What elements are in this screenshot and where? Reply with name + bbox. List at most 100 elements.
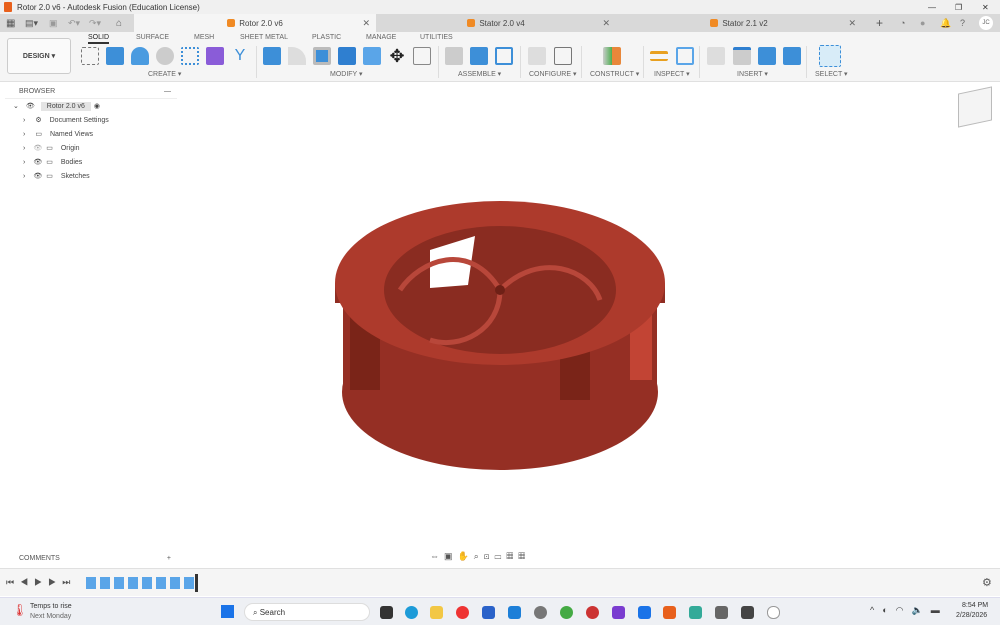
zoom-icon[interactable]: ⌕ xyxy=(474,551,484,561)
viewports-icon[interactable]: ▦ xyxy=(518,551,530,561)
minimize-button[interactable]: — xyxy=(928,3,936,12)
edge-icon[interactable] xyxy=(405,606,418,619)
browser-item-origin[interactable]: › 👁 ▭ Origin xyxy=(5,141,177,155)
clock-time[interactable]: 8:54 PM xyxy=(962,602,988,609)
app-icon[interactable] xyxy=(508,606,521,619)
close-button[interactable]: ✕ xyxy=(982,3,989,12)
tab-solid[interactable]: SOLID xyxy=(88,34,110,44)
offset-plane-icon[interactable] xyxy=(603,47,621,65)
configure-menu[interactable]: CONFIGURE ▾ xyxy=(529,70,576,78)
play-icon[interactable]: ▶ xyxy=(34,577,48,587)
assemble-menu[interactable]: ASSEMBLE ▾ xyxy=(458,70,501,78)
notifications-icon[interactable]: 🔔 xyxy=(940,18,951,29)
close-tab-icon[interactable]: ✕ xyxy=(848,18,856,29)
joint-icon[interactable]: Y xyxy=(231,47,249,65)
chrome-profile-icon[interactable] xyxy=(560,606,573,619)
add-comment-button[interactable]: + xyxy=(167,555,171,562)
visibility-icon[interactable]: 👁 xyxy=(33,158,42,166)
revolve-icon[interactable] xyxy=(131,47,149,65)
tab-mesh[interactable]: MESH xyxy=(194,34,214,41)
pan-icon[interactable]: ✋ xyxy=(458,551,474,561)
network-app-icon[interactable]: ◐ xyxy=(882,605,895,615)
select-menu[interactable]: SELECT ▾ xyxy=(815,70,848,78)
grid-icon[interactable]: ▦ xyxy=(506,551,518,561)
file-explorer-icon[interactable] xyxy=(430,606,443,619)
look-at-icon[interactable]: ▣ xyxy=(444,551,458,561)
mouse-app-icon[interactable] xyxy=(767,606,780,619)
visibility-icon[interactable]: 👁 xyxy=(33,172,42,180)
construct-menu[interactable]: CONSTRUCT ▾ xyxy=(590,70,639,78)
expand-icon[interactable]: › xyxy=(23,173,25,180)
undo-icon[interactable]: ↶▾ xyxy=(68,18,80,29)
as-built-joint-icon[interactable] xyxy=(495,47,513,65)
file-menu-icon[interactable]: ▤▾ xyxy=(25,18,38,29)
orbit-icon[interactable]: ⇔ xyxy=(430,551,444,561)
new-component-assemble-icon[interactable] xyxy=(470,47,488,65)
help-icon[interactable]: ? xyxy=(960,18,965,28)
shell-icon[interactable] xyxy=(313,47,331,65)
browser-item-named-views[interactable]: › ▭ Named Views xyxy=(5,127,177,141)
extrude-icon[interactable] xyxy=(106,47,124,65)
create-sketch-icon[interactable] xyxy=(81,47,99,65)
browser-item-document-settings[interactable]: › ⚙ Document Settings xyxy=(5,113,177,127)
save-icon[interactable]: ▣ xyxy=(49,18,58,29)
expand-icon[interactable]: ⌄ xyxy=(13,102,19,110)
timeline-settings-icon[interactable]: ⚙ xyxy=(982,576,992,589)
canva-icon[interactable] xyxy=(638,606,651,619)
tab-stator-2-0[interactable]: Stator 2.0 v4 ✕ xyxy=(376,14,616,32)
select-icon[interactable] xyxy=(819,45,841,67)
visibility-icon[interactable]: 👁 xyxy=(26,102,35,110)
change-parameters-icon[interactable] xyxy=(413,47,431,65)
task-view-icon[interactable] xyxy=(380,606,393,619)
home-icon[interactable]: ⌂ xyxy=(116,18,122,29)
rotor-model[interactable] xyxy=(300,190,700,480)
tab-sheet-metal[interactable]: SHEET METAL xyxy=(240,34,288,41)
close-tab-icon[interactable]: ✕ xyxy=(362,18,370,29)
inspect-menu[interactable]: INSPECT ▾ xyxy=(654,70,690,78)
section-analysis-icon[interactable] xyxy=(676,47,694,65)
tab-manage[interactable]: MANAGE xyxy=(366,34,396,41)
insert-svg-icon[interactable] xyxy=(758,47,776,65)
app-2-icon[interactable] xyxy=(689,606,702,619)
first-icon[interactable]: ⏮ xyxy=(6,577,20,587)
collapse-panel-icon[interactable]: — xyxy=(164,88,171,95)
comments-panel[interactable]: COMMENTS + xyxy=(5,552,177,564)
browser-root[interactable]: ⌄ 👁 Rotor 2.0 v6 ◉ xyxy=(5,99,177,113)
outlook-icon[interactable] xyxy=(482,606,495,619)
press-pull-icon[interactable] xyxy=(263,47,281,65)
system-tray[interactable]: ^◐◠🔈▬ xyxy=(870,605,948,616)
active-radio-icon[interactable]: ◉ xyxy=(94,102,100,110)
insert-menu[interactable]: INSERT ▾ xyxy=(737,70,768,78)
app-4-icon[interactable] xyxy=(741,606,754,619)
timeline-features[interactable] xyxy=(86,577,194,589)
online-status-icon[interactable]: ● xyxy=(920,18,925,28)
create-menu[interactable]: CREATE ▾ xyxy=(148,70,181,78)
timeline-marker[interactable] xyxy=(195,574,198,592)
apps-grid-icon[interactable]: ▦ xyxy=(6,18,15,29)
new-component-icon[interactable] xyxy=(206,47,224,65)
volume-icon[interactable]: 🔈 xyxy=(912,605,931,615)
next-icon[interactable]: ▶ xyxy=(48,577,62,587)
tab-surface[interactable]: SURFACE xyxy=(136,34,169,41)
start-icon[interactable] xyxy=(221,605,234,618)
browser-item-sketches[interactable]: › 👁 ▭ Sketches xyxy=(5,169,177,183)
weather-title[interactable]: Temps to rise xyxy=(30,603,72,610)
assemble-joint-icon[interactable] xyxy=(445,47,463,65)
hidden-eye-icon[interactable]: 👁 xyxy=(33,144,42,152)
navigation-bar[interactable]: ⇔▣✋⌕⊡▭▦▦ xyxy=(430,551,530,562)
expand-icon[interactable]: › xyxy=(23,131,25,138)
fusion-taskbar-icon[interactable] xyxy=(663,606,676,619)
settings-icon[interactable] xyxy=(534,606,547,619)
weather-icon[interactable]: 🌡 xyxy=(12,603,27,617)
previous-icon[interactable]: ◀ xyxy=(20,577,34,587)
view-cube[interactable] xyxy=(958,86,992,128)
move-icon[interactable]: ✥ xyxy=(388,47,406,65)
combine-icon[interactable] xyxy=(338,47,356,65)
expand-icon[interactable]: › xyxy=(23,159,25,166)
chrome-profile-2-icon[interactable] xyxy=(586,606,599,619)
onenote-icon[interactable] xyxy=(612,606,625,619)
tab-rotor[interactable]: Rotor 2.0 v6 ✕ xyxy=(134,14,376,32)
chrome-icon[interactable] xyxy=(456,606,469,619)
insert-mesh-icon[interactable] xyxy=(733,47,751,65)
job-status-icon[interactable]: ◔ xyxy=(900,18,905,28)
